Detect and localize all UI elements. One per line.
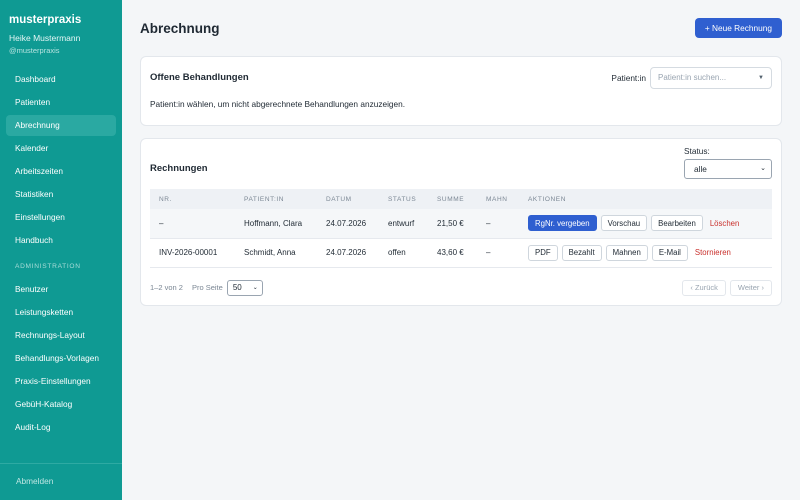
main-content: Abrechnung + Neue Rechnung Offene Behand… [122, 0, 800, 500]
cell-mahn: – [486, 218, 491, 228]
sidebar-item-rechnungs-layout[interactable]: Rechnungs-Layout [6, 325, 116, 346]
sidebar: musterpraxis Heike Mustermann @musterpra… [0, 0, 122, 500]
sidebar-item-benutzer[interactable]: Benutzer [6, 279, 116, 300]
pdf-button[interactable]: PDF [528, 244, 558, 261]
status-select-value: alle [694, 164, 707, 174]
brand: musterpraxis Heike Mustermann @musterpra… [0, 0, 122, 55]
brand-user: Heike Mustermann [9, 33, 81, 43]
table-row: INV-2026-00001 Schmidt, Anna 24.07.2026 … [150, 238, 772, 267]
brand-handle: @musterpraxis [9, 46, 60, 55]
column-header-summe: SUMME [437, 195, 465, 203]
status-filter: Status: alle ⌄ [684, 146, 772, 179]
open-treatments-hint: Patient:in wählen, um nicht abgerechnete… [150, 99, 406, 109]
cell-datum: 24.07.2026 [326, 248, 367, 257]
next-page-button[interactable]: Weiter › [729, 279, 772, 296]
cell-datum: 24.07.2026 [326, 218, 367, 228]
send-reminder-button[interactable]: Mahnen [605, 244, 648, 261]
cell-nr: – [159, 218, 164, 228]
sidebar-item-patienten[interactable]: Patienten [6, 92, 116, 113]
cell-actions: PDF Bezahlt Mahnen E-Mail Stornieren [519, 238, 772, 267]
sidebar-item-praxis-einstellungen[interactable]: Praxis-Einstellungen [6, 371, 116, 392]
topbar: Abrechnung + Neue Rechnung [140, 0, 782, 56]
patient-label: Patient:in [611, 72, 646, 83]
open-treatments-card: Offene Behandlungen Patient:in Patient:i… [140, 56, 782, 126]
sidebar-footer: Abmelden [0, 463, 122, 500]
cell-nr: INV-2026-00001 [159, 248, 218, 257]
mark-paid-button[interactable]: Bezahlt [561, 244, 602, 261]
brand-name: musterpraxis [9, 14, 82, 26]
column-header-nr: NR. [159, 195, 172, 203]
cell-actions: RgNr. vergeben Vorschau Bearbeiten Lösch… [519, 209, 772, 238]
sidebar-item-handbuch[interactable]: Handbuch [6, 230, 116, 251]
logout-link[interactable]: Abmelden [0, 464, 122, 498]
pagination: 1–2 von 2 Pro Seite 50 ⌄ ‹ Zurück Weiter… [150, 279, 772, 296]
sidebar-item-einstellungen[interactable]: Einstellungen [6, 207, 116, 228]
per-page-value: 50 [232, 282, 242, 292]
edit-button[interactable]: Bearbeiten [651, 215, 703, 232]
chevron-down-icon: ⌄ [760, 165, 766, 172]
table-row: – Hoffmann, Clara 24.07.2026 entwurf 21,… [150, 209, 772, 238]
status-select[interactable]: alle ⌄ [684, 159, 772, 179]
cancel-invoice-link[interactable]: Stornieren [695, 248, 731, 257]
sidebar-item-leistungsketten[interactable]: Leistungsketten [6, 302, 116, 323]
cell-status: entwurf [388, 218, 415, 228]
cell-patient: Hoffmann, Clara [244, 218, 303, 228]
open-treatments-title: Offene Behandlungen [150, 72, 249, 83]
table-header-row: NR. PATIENT:IN DATUM STATUS SUMME MAHN A… [150, 189, 772, 209]
column-header-mahn: MAHN [486, 195, 508, 203]
cell-status: offen [388, 248, 406, 257]
column-header-patient: PATIENT:IN [244, 195, 285, 203]
page-title: Abrechnung [140, 20, 220, 36]
new-invoice-button[interactable]: + Neue Rechnung [694, 18, 782, 38]
column-header-aktionen: AKTIONEN [528, 195, 567, 203]
cell-summe: 21,50 € [437, 218, 464, 228]
preview-button[interactable]: Vorschau [600, 215, 648, 232]
cell-mahn: – [486, 248, 491, 257]
patient-search-select[interactable]: Patient:in suchen... ▼ [650, 66, 772, 89]
cell-patient: Schmidt, Anna [244, 248, 296, 257]
patient-filter: Patient:in Patient:in suchen... ▼ [611, 66, 772, 89]
invoices-card: Rechnungen Status: alle ⌄ NR. PATIENT:IN… [140, 138, 782, 306]
per-page-select[interactable]: 50 ⌄ [226, 279, 263, 296]
per-page-label: Pro Seite [191, 283, 223, 292]
pagination-range: 1–2 von 2 [150, 283, 183, 292]
assign-invoice-number-button[interactable]: RgNr. vergeben [528, 215, 597, 232]
status-label: Status: [684, 146, 710, 156]
caret-down-icon: ▼ [758, 74, 764, 81]
prev-page-button[interactable]: ‹ Zurück [682, 279, 726, 296]
sidebar-item-audit-log[interactable]: Audit-Log [6, 417, 116, 438]
column-header-datum: DATUM [326, 195, 352, 203]
sidebar-item-abrechnung[interactable]: Abrechnung [6, 115, 116, 136]
sidebar-nav: Dashboard Patienten Abrechnung Kalender … [0, 69, 122, 438]
chevron-down-icon: ⌄ [252, 284, 258, 291]
sidebar-item-dashboard[interactable]: Dashboard [6, 69, 116, 90]
sidebar-item-arbeitszeiten[interactable]: Arbeitszeiten [6, 161, 116, 182]
sidebar-section-administration: ADMINISTRATION [15, 263, 81, 270]
column-header-status: STATUS [388, 195, 417, 203]
sidebar-item-gebueh-katalog[interactable]: GebüH-Katalog [6, 394, 116, 415]
sidebar-item-behandlungs-vorlagen[interactable]: Behandlungs-Vorlagen [6, 348, 116, 369]
cell-summe: 43,60 € [437, 248, 464, 257]
sidebar-item-kalender[interactable]: Kalender [6, 138, 116, 159]
sidebar-item-statistiken[interactable]: Statistiken [6, 184, 116, 205]
patient-search-placeholder: Patient:in suchen... [658, 72, 727, 82]
delete-link[interactable]: Löschen [710, 219, 739, 228]
email-button[interactable]: E-Mail [651, 244, 688, 261]
invoices-title: Rechnungen [150, 163, 208, 174]
invoices-table: NR. PATIENT:IN DATUM STATUS SUMME MAHN A… [150, 189, 772, 268]
